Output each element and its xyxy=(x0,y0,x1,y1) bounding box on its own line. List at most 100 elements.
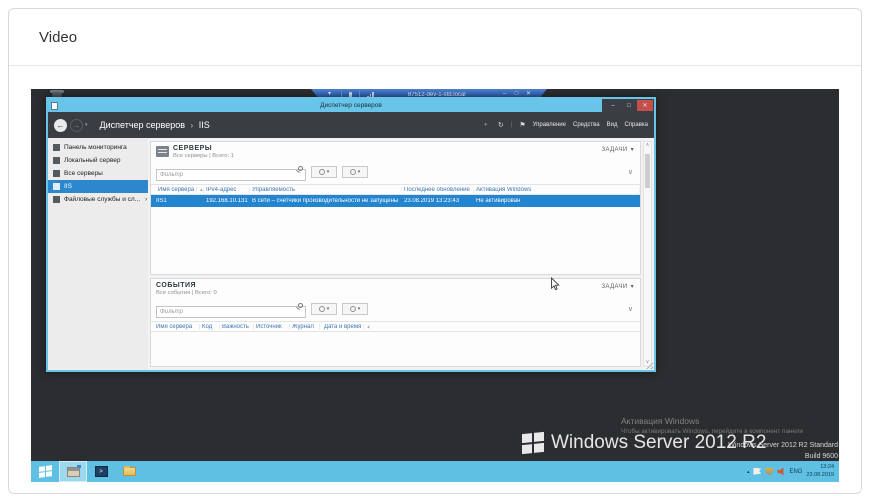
content-scrollbar[interactable]: ∧ ∨ xyxy=(643,141,652,367)
tasks-label: ЗАДАЧИ xyxy=(601,284,627,290)
caret-down-icon: ▾ xyxy=(358,306,361,312)
cell-server-name: IIS1 xyxy=(154,198,204,204)
breadcrumb-separator-icon: › xyxy=(191,121,194,130)
col-server-name[interactable]: Имя сервера xyxy=(154,324,200,330)
col-datetime[interactable]: Дата и время▴ xyxy=(320,324,370,330)
events-save-filter-button[interactable]: ▾ xyxy=(342,303,368,315)
iis-icon xyxy=(53,183,60,190)
minimize-button[interactable]: – xyxy=(605,100,621,111)
server-manager-icon xyxy=(67,467,80,477)
menu-help[interactable]: Справка xyxy=(624,122,648,128)
events-saved-queries-button[interactable]: ▾ xyxy=(311,303,337,315)
maximize-button[interactable]: □ xyxy=(621,100,637,111)
col-last-update[interactable]: Последнее обновление xyxy=(402,187,474,193)
menu-tools[interactable]: Средства xyxy=(573,122,600,128)
events-filter-input[interactable] xyxy=(156,306,306,318)
servers-saved-queries-button[interactable]: ▾ xyxy=(311,166,337,178)
notifications-flag-icon[interactable]: ⚑ xyxy=(519,121,525,129)
manage-caret-icon[interactable]: ▾ xyxy=(484,122,487,128)
sidebar-item-local-server[interactable]: Локальный сервер xyxy=(48,154,148,167)
window-controls: – □ ✕ xyxy=(602,99,654,112)
start-button[interactable] xyxy=(31,461,59,482)
activation-title: Активация Windows xyxy=(621,416,803,426)
dashboard-icon xyxy=(53,144,60,151)
events-tasks-button[interactable]: ЗАДАЧИ ▾ xyxy=(601,283,634,290)
col-code[interactable]: Код xyxy=(200,324,220,330)
remote-desktop: ▾ 87512-dev-1-std.local – □ ✕ Диспетчер … xyxy=(31,89,839,482)
system-tray: ▴ ENG 13:24 23.08.2019 xyxy=(747,464,839,479)
col-source[interactable]: Источник xyxy=(254,324,290,330)
video-card: Video ▾ 87512-dev-1-std.local – □ ✕ xyxy=(8,8,862,494)
volume-icon[interactable] xyxy=(777,468,785,476)
breadcrumb: Диспетчер серверов › IIS xyxy=(100,120,210,130)
servers-subtitle: Все серверы | Всего: 1 xyxy=(173,153,234,159)
action-center-icon[interactable] xyxy=(753,468,761,476)
servers-title: СЕРВЕРЫ xyxy=(173,145,234,152)
servers-tasks-button[interactable]: ЗАДАЧИ ▾ xyxy=(601,146,634,153)
navbar-menu: ▾ ↻ | ⚑ Управление Средства Вид Справка xyxy=(482,121,648,129)
breadcrumb-root[interactable]: Диспетчер серверов xyxy=(100,120,186,130)
sidebar-item-label: IIS xyxy=(64,183,72,190)
expand-right-icon: › xyxy=(145,197,147,203)
events-title: СОБЫТИЯ xyxy=(156,282,217,289)
taskbar-server-manager-button[interactable] xyxy=(59,461,87,482)
servers-filter-input[interactable] xyxy=(156,169,306,181)
col-severity[interactable]: Важность xyxy=(220,324,254,330)
breadcrumb-current: IIS xyxy=(199,120,210,130)
servers-save-filter-button[interactable]: ▾ xyxy=(342,166,368,178)
query-icon xyxy=(319,169,325,175)
scroll-down-icon[interactable]: ∨ xyxy=(644,359,651,366)
sidebar-item-label: Файловые службы и сл... xyxy=(64,196,140,203)
refresh-icon[interactable]: ↻ xyxy=(498,121,504,129)
taskbar-explorer-button[interactable] xyxy=(115,461,143,482)
col-server-name[interactable]: Имя сервера▴ xyxy=(154,187,204,193)
events-panel-header: СОБЫТИЯ Все события | Всего: 0 ЗАДАЧИ ▾ xyxy=(151,279,640,297)
card-header: Video xyxy=(9,9,861,66)
cell-manageability: В сети – счетчики производительности не … xyxy=(250,198,402,204)
sidebar-item-dashboard[interactable]: Панель мониторинга xyxy=(48,141,148,154)
history-caret-icon[interactable]: ▾ xyxy=(85,122,88,128)
close-button[interactable]: ✕ xyxy=(637,100,653,111)
language-indicator[interactable]: ENG xyxy=(789,469,802,475)
menu-manage[interactable]: Управление xyxy=(533,122,566,128)
query-icon xyxy=(319,306,325,312)
os-edition: Windows Server 2012 R2 Standard xyxy=(728,441,838,452)
tasks-label: ЗАДАЧИ xyxy=(601,147,627,153)
sidebar-item-iis[interactable]: IIS xyxy=(48,180,148,193)
events-collapse-icon[interactable]: ∨ xyxy=(628,305,635,313)
filter-icon xyxy=(350,306,356,312)
menu-view[interactable]: Вид xyxy=(607,122,618,128)
windows-start-icon xyxy=(39,465,52,478)
scrollbar-thumb[interactable] xyxy=(645,154,650,188)
sidebar-item-file-storage-services[interactable]: Файловые службы и сл... › xyxy=(48,193,148,206)
back-button[interactable]: ← xyxy=(54,119,67,132)
caret-down-icon: ▾ xyxy=(327,306,330,312)
navigation-bar: ← → ▾ Диспетчер серверов › IIS ▾ ↻ | ⚑ У… xyxy=(48,112,654,138)
scroll-up-icon[interactable]: ∧ xyxy=(644,142,651,149)
tasks-caret-icon: ▾ xyxy=(631,283,634,290)
events-table-header: Имя сервера Код Важность Источник Журнал… xyxy=(151,321,640,332)
col-manageability[interactable]: Управляемость xyxy=(250,187,402,193)
sort-up-icon: ▴ xyxy=(365,324,370,330)
events-subtitle: Все события | Всего: 0 xyxy=(156,290,217,296)
local-server-icon xyxy=(53,157,60,164)
tasks-caret-icon: ▾ xyxy=(631,146,634,153)
tray-expand-icon[interactable]: ▴ xyxy=(747,469,750,475)
server-row-selected[interactable]: IIS1 192.168.10.131 В сети – счетчики пр… xyxy=(151,195,640,207)
taskbar-powershell-button[interactable]: > xyxy=(87,461,115,482)
taskbar: > ▴ ENG 13:24 23.08.2019 xyxy=(31,461,839,482)
security-shield-icon[interactable] xyxy=(765,468,773,476)
taskbar-clock[interactable]: 13:24 23.08.2019 xyxy=(806,464,836,479)
servers-panel-header: СЕРВЕРЫ Все серверы | Всего: 1 ЗАДАЧИ ▾ xyxy=(151,142,640,160)
forward-button[interactable]: → xyxy=(70,119,83,132)
filter-icon xyxy=(350,169,356,175)
server-manager-window: Диспетчер серверов – □ ✕ ← → ▾ Диспетчер… xyxy=(46,97,656,372)
col-log[interactable]: Журнал xyxy=(290,324,320,330)
sidebar-item-all-servers[interactable]: Все серверы xyxy=(48,167,148,180)
servers-collapse-icon[interactable]: ∨ xyxy=(628,168,635,176)
window-titlebar[interactable]: Диспетчер серверов – □ ✕ xyxy=(48,99,654,112)
col-activation[interactable]: Активация Windows xyxy=(474,187,640,193)
menu-separator: | xyxy=(511,122,513,128)
servers-table-header: Имя сервера▴ IPv4-адрес Управляемость По… xyxy=(151,184,640,195)
col-ipv4[interactable]: IPv4-адрес xyxy=(204,187,250,193)
